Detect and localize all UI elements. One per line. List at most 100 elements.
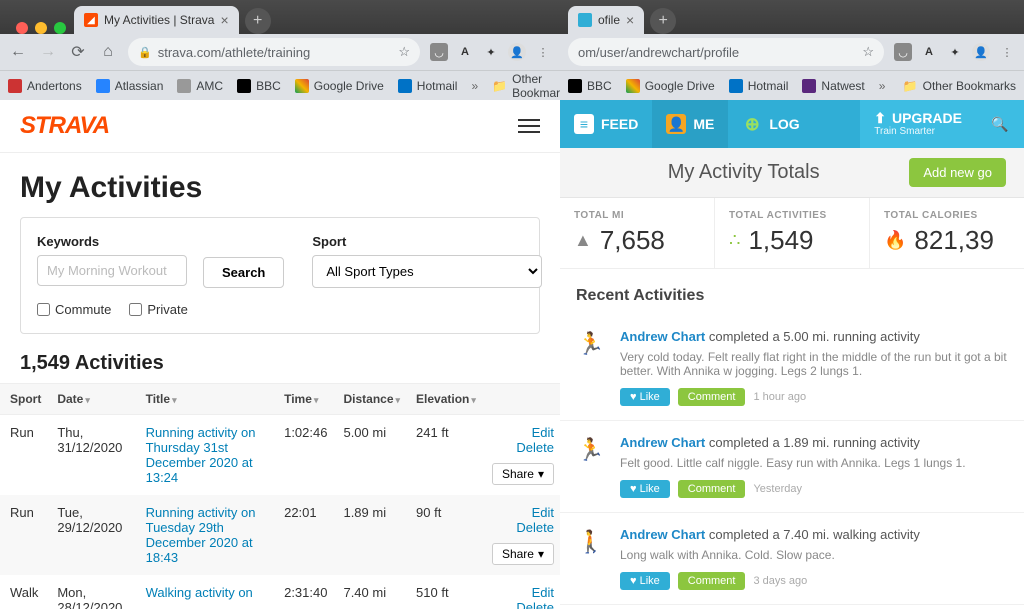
activity-verb: completed a 5.00 mi. running activity: [709, 329, 920, 344]
menu-dots-icon-2[interactable]: ⋮: [998, 43, 1016, 61]
strava-favicon: ◢: [84, 13, 98, 27]
close-tab-icon[interactable]: ×: [220, 12, 228, 28]
share-button[interactable]: Share ▾: [492, 543, 554, 565]
activity-timestamp: 3 days ago: [753, 575, 807, 587]
bookmark-gdrive[interactable]: Google Drive: [295, 79, 384, 93]
macos-minimize[interactable]: [35, 22, 47, 34]
stat-label: TOTAL ACTIVITIES: [729, 210, 855, 221]
strava-logo[interactable]: STRAVA: [20, 112, 109, 140]
comment-button[interactable]: Comment: [678, 480, 746, 498]
menu-icon[interactable]: [518, 119, 540, 133]
activity-user-link[interactable]: Andrew Chart: [620, 329, 705, 344]
col-sport[interactable]: Sport: [0, 384, 47, 415]
search-button[interactable]: Search: [203, 257, 284, 288]
activity-description: Felt good. Little calf niggle. Easy run …: [620, 456, 1008, 470]
profile-avatar-icon[interactable]: 👤: [508, 43, 526, 61]
nav-log[interactable]: ⊕LOG: [728, 100, 813, 148]
col-time[interactable]: Time▾: [274, 384, 333, 415]
add-new-button[interactable]: Add new go: [909, 158, 1006, 187]
activity-user-link[interactable]: Andrew Chart: [620, 527, 705, 542]
browser-tab[interactable]: ◢ My Activities | Strava ×: [74, 6, 239, 34]
private-checkbox[interactable]: Private: [129, 302, 187, 317]
activity-description: Very cold today. Felt really flat right …: [620, 350, 1008, 378]
activity-description: Long walk with Annika. Cold. Slow pace.: [620, 548, 1008, 562]
bookmark-star-icon-2[interactable]: ☆: [862, 44, 874, 60]
bookmark-gdrive-2[interactable]: Google Drive: [626, 79, 715, 93]
commute-checkbox[interactable]: Commute: [37, 302, 111, 317]
upgrade-button[interactable]: ⬆UPGRADE Train Smarter: [860, 100, 976, 148]
keywords-input[interactable]: [37, 255, 187, 286]
macos-close[interactable]: [16, 22, 28, 34]
bookmark-hotmail-2[interactable]: Hotmail: [729, 79, 789, 93]
other-bookmarks[interactable]: 📁Other Bookmarks: [492, 72, 560, 100]
bookmarks-overflow-icon-2[interactable]: »: [879, 79, 886, 93]
sport-select[interactable]: All Sport Types: [312, 255, 542, 288]
search-icon[interactable]: 🔍: [976, 100, 1024, 148]
run-icon: 🏃: [576, 435, 606, 498]
address-bar[interactable]: 🔒 strava.com/athlete/training ☆: [128, 38, 420, 66]
extension-pocket-icon[interactable]: ◡: [430, 43, 448, 61]
activity-user-link[interactable]: Andrew Chart: [620, 435, 705, 450]
col-distance[interactable]: Distance▾: [333, 384, 406, 415]
col-date[interactable]: Date▾: [47, 384, 135, 415]
delete-link[interactable]: Delete: [492, 440, 554, 455]
nav-feed[interactable]: ≡FEED: [560, 100, 652, 148]
browser-tab-2[interactable]: ofile ×: [568, 6, 644, 34]
activity-link[interactable]: Running activity on Thursday 31st Decemb…: [146, 425, 256, 485]
bookmark-atlassian[interactable]: Atlassian: [96, 79, 164, 93]
extensions-puzzle-icon-2[interactable]: ✦: [946, 43, 964, 61]
bookmark-star-icon[interactable]: ☆: [398, 44, 410, 60]
close-tab-icon-2[interactable]: ×: [626, 12, 634, 28]
cell-title: Running activity on Tuesday 29th Decembe…: [136, 495, 274, 575]
like-button[interactable]: ♥ Like: [620, 572, 670, 590]
new-tab-button-2[interactable]: +: [650, 8, 676, 34]
col-elevation[interactable]: Elevation▾: [406, 384, 482, 415]
new-tab-button[interactable]: +: [245, 8, 271, 34]
other-bookmarks-2[interactable]: 📁Other Bookmarks: [903, 79, 1016, 93]
bookmark-andertons[interactable]: Andertons: [8, 79, 82, 93]
activity-link[interactable]: Running activity on Tuesday 29th Decembe…: [146, 505, 256, 565]
stat-value: 821,39: [914, 225, 994, 256]
home-icon[interactable]: ⌂: [98, 43, 118, 61]
reload-icon[interactable]: ⟳: [68, 42, 88, 62]
bookmark-bbc-2[interactable]: BBC: [568, 79, 612, 93]
back-icon[interactable]: ←: [8, 43, 28, 61]
extension-icon[interactable]: A: [456, 43, 474, 61]
extension-icon-2[interactable]: A: [920, 43, 938, 61]
comment-button[interactable]: Comment: [678, 572, 746, 590]
comment-button[interactable]: Comment: [678, 388, 746, 406]
activity-link[interactable]: Walking activity on: [146, 585, 253, 600]
bookmark-amc[interactable]: AMC: [177, 79, 223, 93]
nav-me[interactable]: 👤ME: [652, 100, 728, 148]
bookmarks-overflow-icon[interactable]: »: [471, 79, 478, 93]
profile-avatar-icon-2[interactable]: 👤: [972, 43, 990, 61]
delete-link[interactable]: Delete: [492, 520, 554, 535]
macos-zoom[interactable]: [54, 22, 66, 34]
tab-title-2: ofile: [598, 13, 620, 27]
edit-link[interactable]: Edit: [492, 585, 554, 600]
share-button[interactable]: Share ▾: [492, 463, 554, 485]
menu-dots-icon[interactable]: ⋮: [534, 43, 552, 61]
activity-item: 🏃 Andrew Chart completed a 5.00 mi. runn…: [560, 315, 1024, 421]
edit-link[interactable]: Edit: [492, 505, 554, 520]
bookmark-natwest-2[interactable]: Natwest: [802, 79, 864, 93]
cell-date: Mon, 28/12/2020: [47, 575, 135, 609]
address-bar-2[interactable]: om/user/andrewchart/profile ☆: [568, 38, 884, 66]
bookmark-bbc[interactable]: BBC: [237, 79, 281, 93]
edit-link[interactable]: Edit: [492, 425, 554, 440]
url-text: strava.com/athlete/training: [158, 45, 310, 60]
run-icon: 🏃: [576, 329, 606, 406]
extensions-puzzle-icon[interactable]: ✦: [482, 43, 500, 61]
like-button[interactable]: ♥ Like: [620, 388, 670, 406]
activity-item: 🚶 Andrew Chart completed a 7.40 mi. walk…: [560, 513, 1024, 605]
extension-pocket-icon-2[interactable]: ◡: [894, 43, 912, 61]
delete-link[interactable]: Delete: [492, 600, 554, 609]
like-button[interactable]: ♥ Like: [620, 480, 670, 498]
cell-distance: 5.00 mi: [333, 415, 406, 496]
cell-distance: 7.40 mi: [333, 575, 406, 609]
col-title[interactable]: Title▾: [136, 384, 274, 415]
stat-card: TOTAL CALORIES 🔥821,39: [870, 198, 1024, 268]
cell-elevation: 90 ft: [406, 495, 482, 575]
forward-icon[interactable]: →: [38, 43, 58, 61]
bookmark-hotmail[interactable]: Hotmail: [398, 79, 458, 93]
